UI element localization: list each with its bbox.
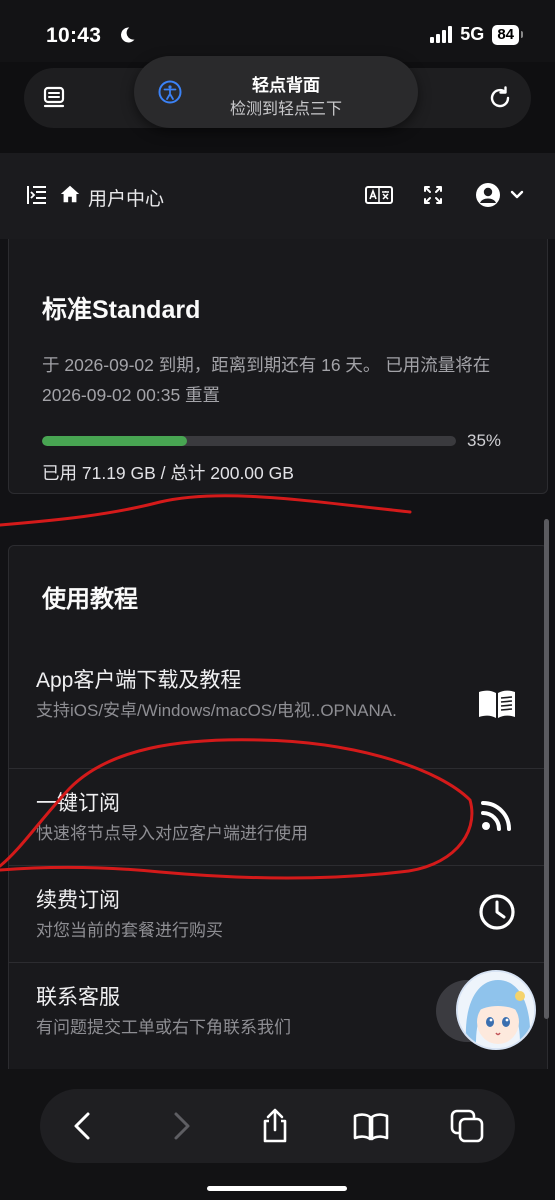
app-header: 用户中心 [0, 153, 555, 239]
usage-progress-bar [42, 436, 456, 446]
accessibility-toast: 轻点背面 检测到轻点三下 [134, 56, 418, 128]
toast-subtitle: 检测到轻点三下 [229, 101, 342, 118]
toolbar-pill [40, 1089, 515, 1163]
status-time: 10:43 [46, 24, 102, 47]
safari-toolbar [0, 1069, 555, 1200]
toast-title: 轻点背面 [252, 76, 320, 95]
item-title: 续费订阅 [36, 889, 120, 912]
status-bar: 10:43 5G 84 [0, 0, 555, 62]
signal-icon [430, 26, 453, 43]
forward-icon[interactable] [162, 1107, 200, 1145]
fullscreen-icon[interactable] [421, 183, 445, 207]
network-type: 5G [460, 24, 485, 44]
plan-name: 标准Standard [42, 296, 201, 324]
menu-toggle-icon[interactable] [25, 183, 49, 207]
dark-mode-icon[interactable] [311, 183, 335, 207]
tutorial-item-renew[interactable]: 续费订阅 对您当前的套餐进行购买 [9, 865, 547, 962]
rss-icon [481, 801, 511, 831]
scrollbar[interactable] [544, 519, 549, 1019]
clock-icon [479, 894, 515, 930]
page-title: 用户中心 [88, 189, 165, 210]
item-title: 联系客服 [36, 986, 120, 1009]
tutorial-item-app-download[interactable]: App客户端下载及教程 支持iOS/安卓/Windows/macOS/电视..O… [9, 646, 547, 768]
usage-text: 已用 71.19 GB / 总计 200.00 GB [42, 463, 294, 483]
item-desc: 快速将节点导入对应客户端进行使用 [36, 824, 308, 843]
translate-icon[interactable] [365, 184, 393, 206]
status-indicators: 5G 84 [430, 24, 523, 45]
home-icon[interactable] [59, 183, 81, 205]
item-title: App客户端下载及教程 [36, 669, 242, 692]
moon-icon [121, 27, 135, 43]
home-indicator [207, 1186, 347, 1191]
back-icon[interactable] [64, 1107, 102, 1145]
tutorial-heading: 使用教程 [42, 586, 138, 613]
item-desc: 对您当前的套餐进行购买 [36, 921, 223, 940]
page-menu-icon[interactable] [42, 85, 66, 111]
tutorial-item-one-click-subscribe[interactable]: 一键订阅 快速将节点导入对应客户端进行使用 [9, 768, 547, 865]
main-content: 标准Standard 于 2026-09-02 到期，距离到期还有 16 天。 … [0, 239, 555, 1069]
share-icon[interactable] [256, 1107, 294, 1145]
battery-level: 84 [492, 24, 523, 45]
bookmarks-icon[interactable] [352, 1107, 390, 1145]
plan-expiry-text: 于 2026-09-02 到期，距离到期还有 16 天。 已用流量将在 2026… [42, 355, 491, 405]
item-title: 一键订阅 [36, 792, 120, 815]
support-avatar[interactable] [456, 970, 536, 1050]
subscription-card: 标准Standard 于 2026-09-02 到期，距离到期还有 16 天。 … [8, 239, 548, 494]
tabs-icon[interactable] [448, 1107, 486, 1145]
usage-progress-fill [42, 436, 187, 446]
item-desc: 有问题提交工单或右下角联系我们 [36, 1018, 291, 1037]
book-icon [479, 690, 515, 718]
reload-icon[interactable] [487, 85, 513, 111]
item-desc: 支持iOS/安卓/Windows/macOS/电视..OPNANA. [36, 701, 397, 720]
user-menu-icon[interactable] [474, 181, 526, 209]
usage-percent: 35% [467, 431, 502, 450]
